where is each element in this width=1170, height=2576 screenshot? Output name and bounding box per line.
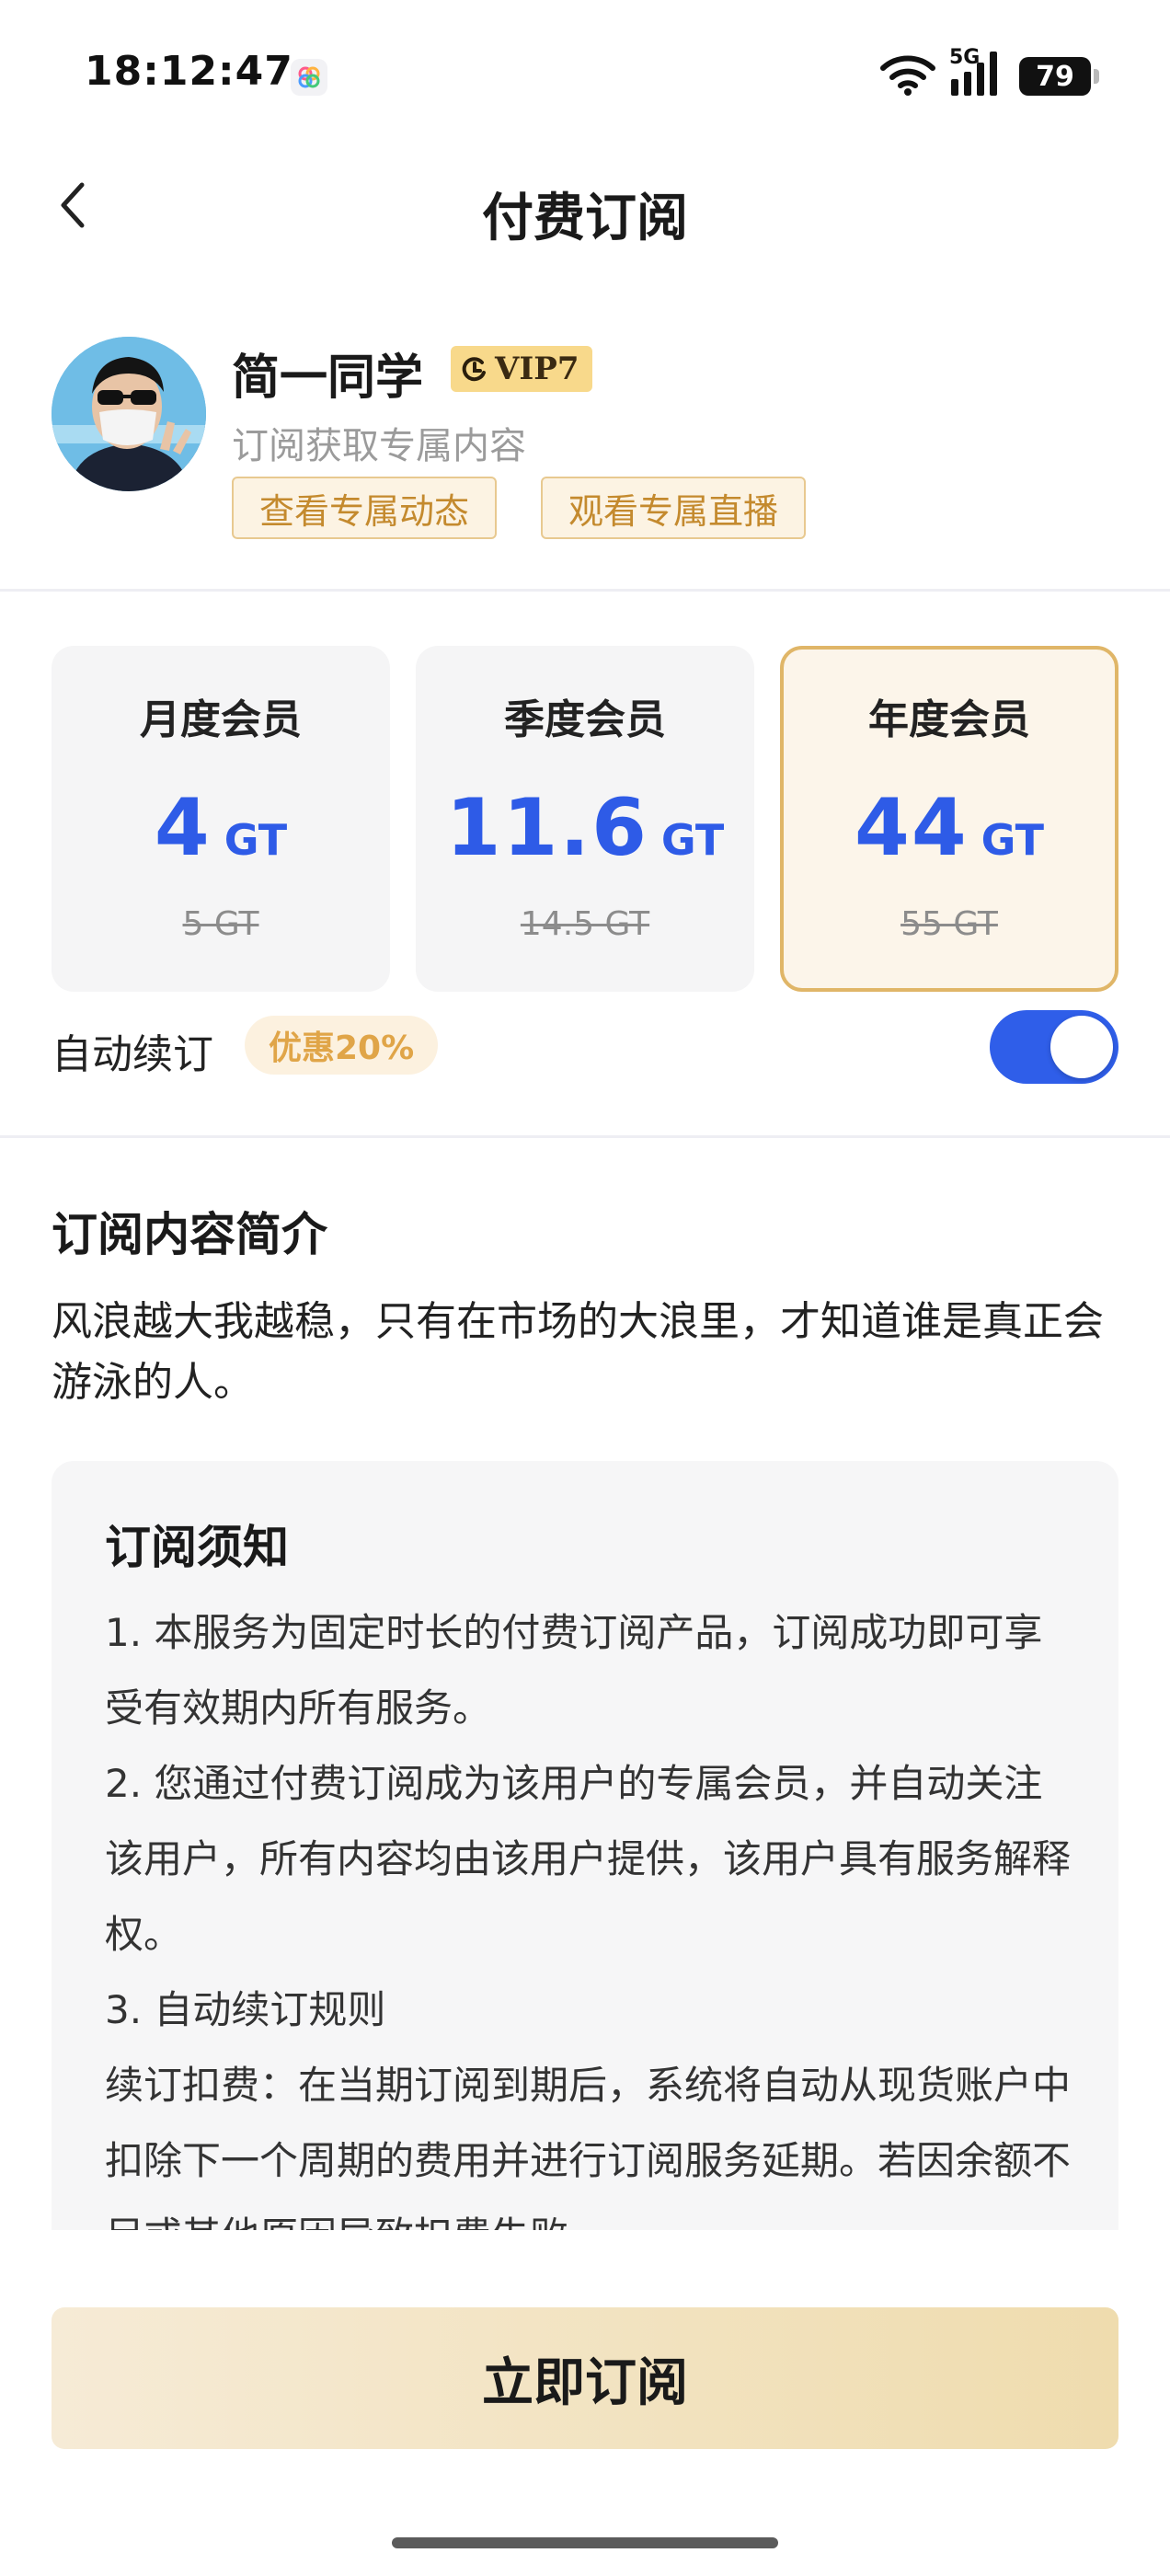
plan-original-price: 55 GT bbox=[900, 905, 998, 943]
plan-original-price: 5 GT bbox=[182, 905, 259, 943]
plan-card-quarterly[interactable]: 季度会员 11.6 GT 14.5 GT bbox=[416, 646, 754, 992]
auto-renew-label: 自动续订 bbox=[52, 1031, 213, 1078]
subscribe-button[interactable]: 立即订阅 bbox=[52, 2307, 1118, 2449]
profile-subtitle: 订阅获取专属内容 bbox=[232, 425, 526, 467]
discount-badge: 优惠20% bbox=[245, 1016, 439, 1075]
price-value: 11.6 bbox=[445, 782, 648, 874]
vip-crown-icon bbox=[462, 357, 486, 382]
toggle-knob bbox=[1050, 1016, 1113, 1078]
plan-name: 月度会员 bbox=[140, 696, 302, 743]
battery-icon: 79 bbox=[1019, 57, 1099, 96]
plan-list: 月度会员 4 GT 5 GT 季度会员 11.6 GT 14.5 GT 年度会员 4… bbox=[52, 646, 1118, 994]
subscription-notice: 订阅须知 1. 本服务为固定时长的付费订阅产品，订阅成功即可享受有效期内所有服务… bbox=[52, 1461, 1118, 2230]
price-unit: GT bbox=[660, 815, 725, 865]
nav-bar: 付费订阅 bbox=[0, 147, 1170, 267]
status-time: 18:12:47 bbox=[85, 48, 293, 95]
notice-line: 1. 本服务为固定时长的付费订阅产品，订阅成功即可享受有效期内所有服务。 bbox=[105, 1610, 1043, 1731]
vip-badge: VIP7 bbox=[451, 346, 592, 392]
plan-card-yearly[interactable]: 年度会员 44 GT 55 GT bbox=[780, 646, 1118, 992]
price-value: 44 bbox=[854, 782, 969, 874]
notice-title: 订阅须知 bbox=[105, 1521, 289, 1574]
plan-price: 11.6 GT bbox=[416, 782, 754, 874]
status-bar: 18:12:47 5G 79 bbox=[0, 0, 1170, 147]
intro-text: 风浪越大我越稳，只有在市场的大浪里，才知道谁是真正会游泳的人。 bbox=[52, 1298, 1104, 1406]
auto-renew-toggle[interactable] bbox=[990, 1010, 1118, 1084]
profile-section: 简一同学 VIP7 订阅获取专属内容 查看专属动态 观看专属直播 bbox=[0, 322, 1170, 589]
watch-exclusive-live-button[interactable]: 观看专属直播 bbox=[541, 477, 807, 539]
notice-line: 3. 自动续订规则 bbox=[105, 1987, 386, 2032]
notice-line: 2. 您通过付费订阅成为该用户的专属会员，并自动关注该用户，所有内容均由该用户提… bbox=[105, 1761, 1072, 1957]
plan-price: 4 GT bbox=[52, 782, 390, 874]
signal-icon bbox=[951, 52, 997, 96]
plan-price: 44 GT bbox=[784, 782, 1115, 874]
home-indicator[interactable] bbox=[392, 2537, 778, 2548]
user-name: 简一同学 bbox=[232, 351, 424, 406]
plan-name: 年度会员 bbox=[868, 696, 1030, 743]
divider bbox=[0, 1135, 1170, 1138]
wifi-icon bbox=[880, 55, 935, 96]
notice-line: 续订扣费：在当期订阅到期后，系统将自动从现货账户中扣除下一个周期的费用并进行订阅… bbox=[105, 2063, 1072, 2230]
notice-body: 1. 本服务为固定时长的付费订阅产品，订阅成功即可享受有效期内所有服务。 2. … bbox=[105, 1595, 1080, 2230]
view-exclusive-posts-button[interactable]: 查看专属动态 bbox=[232, 477, 498, 539]
avatar[interactable] bbox=[52, 337, 206, 491]
auto-renew-row: 自动续订 优惠20% bbox=[52, 1010, 1118, 1084]
app-icon bbox=[291, 59, 327, 96]
plan-card-monthly[interactable]: 月度会员 4 GT 5 GT bbox=[52, 646, 390, 992]
battery-level: 79 bbox=[1036, 60, 1074, 93]
plan-name: 季度会员 bbox=[504, 696, 666, 743]
price-value: 4 bbox=[154, 782, 212, 874]
avatar-image bbox=[52, 337, 206, 491]
price-unit: GT bbox=[981, 815, 1044, 865]
intro-title: 订阅内容简介 bbox=[52, 1208, 327, 1261]
page-title: 付费订阅 bbox=[482, 189, 688, 248]
price-unit: GT bbox=[224, 815, 288, 865]
divider bbox=[0, 589, 1170, 592]
vip-level: VIP7 bbox=[495, 351, 579, 387]
plan-original-price: 14.5 GT bbox=[520, 905, 650, 943]
